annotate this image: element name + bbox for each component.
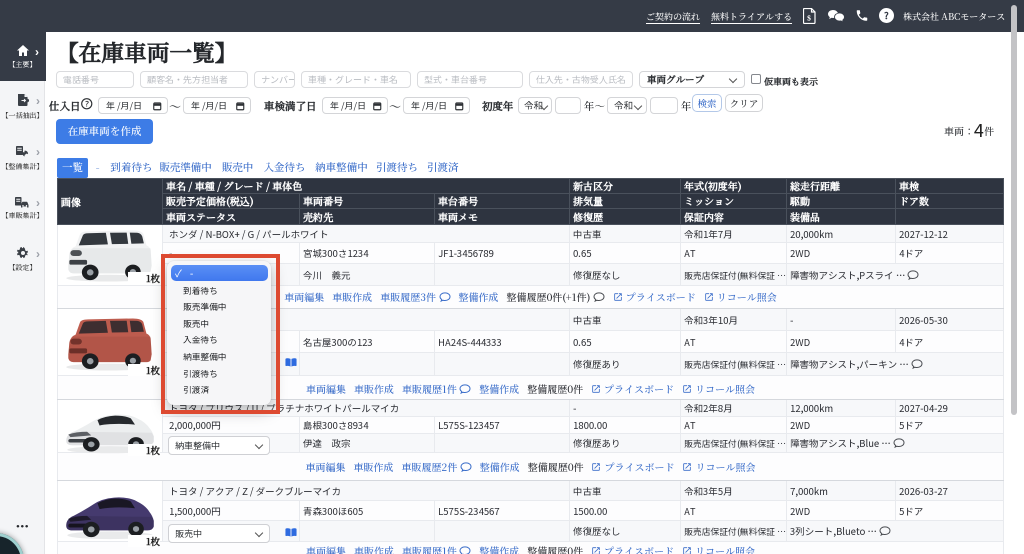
svg-text:$: $ [807, 13, 811, 24]
svg-text:?: ? [85, 99, 89, 109]
